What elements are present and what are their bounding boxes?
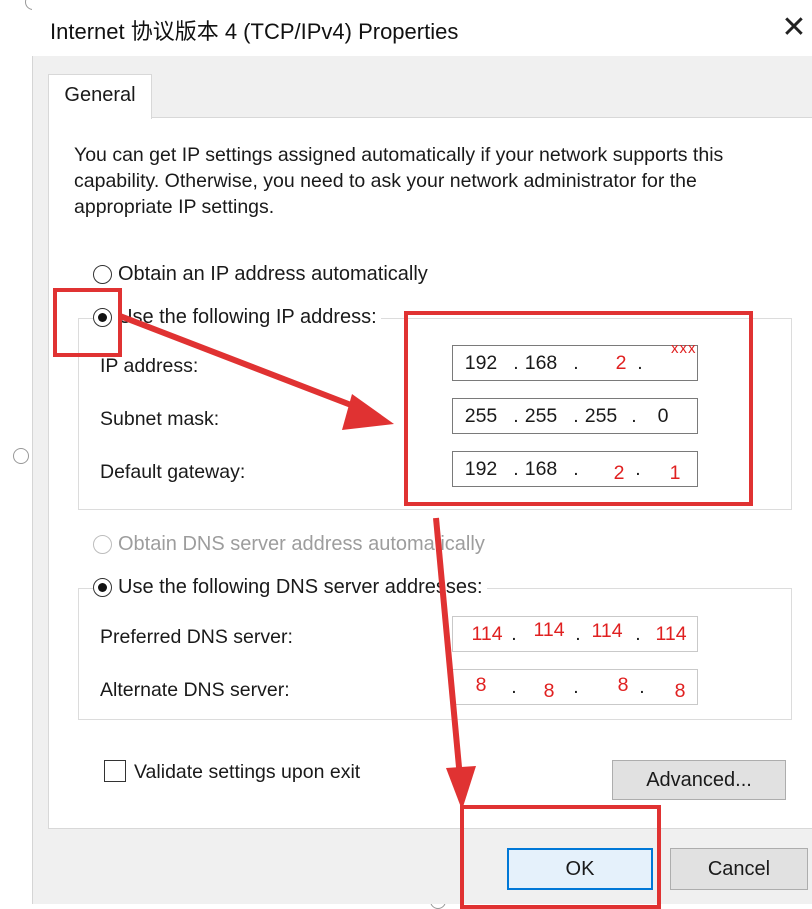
tab-general[interactable]: General [48, 74, 152, 119]
annotation-arrows [118, 313, 476, 810]
arrow-head-icon [446, 766, 476, 810]
annotation-arrow [433, 517, 463, 779]
arrow-head-icon [342, 394, 394, 430]
annotation-arrow [118, 313, 366, 413]
